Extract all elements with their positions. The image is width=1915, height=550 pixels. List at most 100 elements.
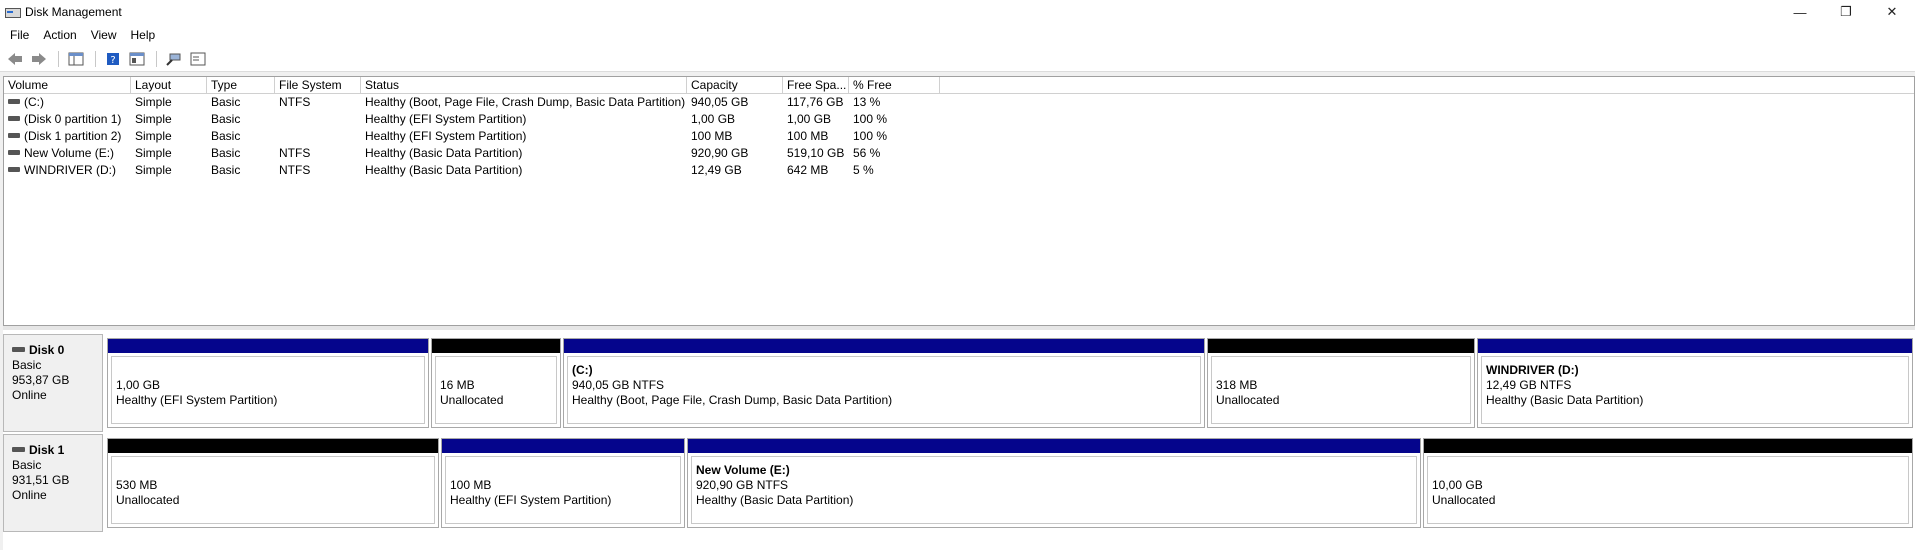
svg-text:?: ?: [110, 55, 115, 66]
partition-status: Healthy (EFI System Partition): [450, 493, 612, 507]
toolbar: ?: [0, 46, 1915, 72]
partition-disk-0-windriver[interactable]: WINDRIVER (D:) 12,49 GB NTFS Healthy (Ba…: [1477, 338, 1913, 428]
title-bar: Disk Management — ❐ ✕: [0, 0, 1915, 24]
volume-icon: [8, 116, 20, 122]
menu-action[interactable]: Action: [36, 28, 83, 42]
partition-disk-1-new-volume[interactable]: New Volume (E:) 920,90 GB NTFS Healthy (…: [687, 438, 1421, 528]
menu-help[interactable]: Help: [124, 28, 163, 42]
partition-disk-1-unallocated-1[interactable]: 530 MB Unallocated: [107, 438, 439, 528]
partition-disk-0-unallocated-1[interactable]: 16 MB Unallocated: [431, 338, 561, 428]
free-space-cell: 519,10 GB: [787, 146, 845, 160]
partition-size: 318 MB: [1216, 378, 1258, 392]
column-header-capacity[interactable]: Capacity: [687, 77, 783, 93]
partition-bar: [442, 439, 684, 453]
forward-button[interactable]: [28, 49, 50, 69]
table-row[interactable]: (C:) Simple Basic NTFS Healthy (Boot, Pa…: [4, 94, 1914, 111]
disk-icon: [12, 447, 25, 453]
partition-body: 16 MB Unallocated: [435, 356, 557, 424]
file-system-cell: NTFS: [279, 146, 311, 160]
partition-disk-0-efi[interactable]: 1,00 GB Healthy (EFI System Partition): [107, 338, 429, 428]
menu-view[interactable]: View: [84, 28, 124, 42]
show-hide-console-tree-button[interactable]: [65, 49, 87, 69]
disk-list-button[interactable]: [187, 49, 209, 69]
disk-list-icon: [190, 52, 206, 65]
partition-disk-0-c[interactable]: (C:) 940,05 GB NTFS Healthy (Boot, Page …: [563, 338, 1205, 428]
partition-body: 1,00 GB Healthy (EFI System Partition): [111, 356, 425, 424]
table-row[interactable]: New Volume (E:) Simple Basic NTFS Health…: [4, 145, 1914, 162]
partition-body: 318 MB Unallocated: [1211, 356, 1471, 424]
status-cell: Healthy (EFI System Partition): [365, 129, 527, 143]
capacity-cell: 920,90 GB: [691, 146, 749, 160]
layout-cell: Simple: [135, 112, 172, 126]
column-header-type[interactable]: Type: [207, 77, 275, 93]
partition-size: 920,90 GB NTFS: [696, 478, 789, 492]
column-header-volume[interactable]: Volume: [4, 77, 131, 93]
capacity-cell: 1,00 GB: [691, 112, 736, 126]
partition-status: Healthy (Basic Data Partition): [1486, 393, 1644, 407]
disk-row-disk-1: Disk 1 Basic 931,51 GB Online 530 MB Una…: [3, 434, 1915, 532]
minimize-button[interactable]: —: [1777, 0, 1823, 24]
back-button[interactable]: [4, 49, 26, 69]
capacity-cell: 12,49 GB: [691, 163, 742, 177]
partition-bar: [432, 339, 560, 353]
type-cell: Basic: [211, 129, 241, 143]
toolbar-separator: [58, 50, 59, 67]
volume-name: New Volume (E:): [24, 146, 115, 160]
properties-icon: [129, 52, 145, 65]
partition-disk-0-unallocated-2[interactable]: 318 MB Unallocated: [1207, 338, 1475, 428]
type-cell: Basic: [211, 146, 241, 160]
window-title: Disk Management: [25, 5, 122, 19]
volume-list: Volume Layout Type File System Status Ca…: [3, 76, 1915, 326]
column-header-free-space[interactable]: Free Spa...: [783, 77, 849, 93]
volume-name: (C:): [24, 95, 44, 109]
column-header-layout[interactable]: Layout: [131, 77, 207, 93]
partition-disk-1-efi[interactable]: 100 MB Healthy (EFI System Partition): [441, 438, 685, 528]
volume-icon: [8, 133, 20, 139]
help-button[interactable]: ?: [102, 49, 124, 69]
free-space-cell: 100 MB: [787, 129, 829, 143]
back-arrow-icon: [8, 52, 22, 65]
layout-cell: Simple: [135, 163, 172, 177]
list-header: Volume Layout Type File System Status Ca…: [4, 77, 1914, 94]
disk-label-disk-1[interactable]: Disk 1 Basic 931,51 GB Online: [3, 434, 103, 532]
window-controls: — ❐ ✕: [1777, 0, 1915, 24]
partition-bar: [564, 339, 1204, 353]
table-row[interactable]: (Disk 0 partition 1) Simple Basic Health…: [4, 111, 1914, 128]
rescan-icon: [166, 53, 181, 66]
percent-free-cell: 100 %: [853, 129, 888, 143]
partition-disk-1-unallocated-2[interactable]: 10,00 GB Unallocated: [1423, 438, 1913, 528]
console-tree-icon: [68, 52, 84, 65]
volume-icon: [8, 150, 20, 156]
partition-status: Healthy (Boot, Page File, Crash Dump, Ba…: [572, 393, 893, 407]
close-button[interactable]: ✕: [1869, 0, 1915, 24]
partition-size: 16 MB: [440, 378, 475, 392]
percent-free-cell: 13 %: [853, 95, 881, 109]
disk-label-disk-0[interactable]: Disk 0 Basic 953,87 GB Online: [3, 334, 103, 432]
layout-cell: Simple: [135, 95, 172, 109]
file-system-cell: [275, 111, 361, 128]
column-header-status[interactable]: Status: [361, 77, 687, 93]
status-cell: Healthy (EFI System Partition): [365, 112, 527, 126]
rescan-disks-button[interactable]: [163, 49, 185, 69]
disk-type: Basic: [12, 358, 42, 372]
menu-bar: File Action View Help: [0, 24, 1915, 46]
column-header-file-system[interactable]: File System: [275, 77, 361, 93]
properties-button[interactable]: [126, 49, 148, 69]
disk-name: Disk 1: [29, 443, 65, 457]
table-row[interactable]: WINDRIVER (D:) Simple Basic NTFS Healthy…: [4, 162, 1914, 179]
volume-name: WINDRIVER (D:): [24, 163, 116, 177]
partition-bar: [1424, 439, 1912, 453]
column-header-percent-free[interactable]: % Free: [849, 77, 940, 93]
disk-icon: [12, 347, 25, 353]
disk-type: Basic: [12, 458, 42, 472]
maximize-button[interactable]: ❐: [1823, 0, 1869, 24]
partition-size: 12,49 GB NTFS: [1486, 378, 1572, 392]
percent-free-cell: 56 %: [853, 146, 881, 160]
menu-file[interactable]: File: [3, 28, 36, 42]
file-system-cell: NTFS: [279, 163, 311, 177]
type-cell: Basic: [211, 95, 241, 109]
table-row[interactable]: (Disk 1 partition 2) Simple Basic Health…: [4, 128, 1914, 145]
disk-state: Online: [12, 488, 47, 502]
partition-bar: [1478, 339, 1912, 353]
capacity-cell: 100 MB: [691, 129, 733, 143]
